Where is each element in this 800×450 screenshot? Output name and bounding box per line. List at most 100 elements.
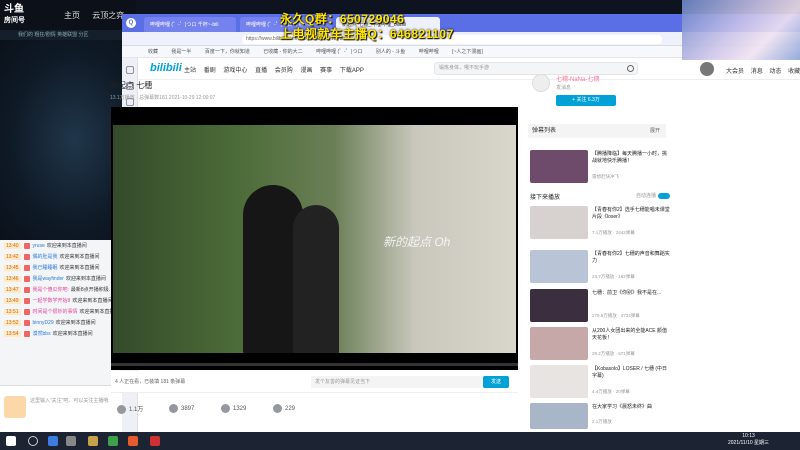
nav-vip[interactable]: 大会员 <box>726 69 744 75</box>
message-link[interactable]: 发消息 <box>556 84 571 91</box>
windows-start-icon[interactable] <box>6 436 16 446</box>
video-thumbnail[interactable] <box>530 150 588 183</box>
favorite-button[interactable]: 1329 <box>221 404 246 413</box>
avatar[interactable] <box>532 74 550 92</box>
overlay-line-2: 上电视就车主播Q：646821107 <box>280 27 454 41</box>
nav-dynamic[interactable]: 动态 <box>769 69 781 75</box>
search-icon[interactable] <box>28 436 38 446</box>
clock-time: 10:13 <box>742 433 755 439</box>
bilibili-logo[interactable]: bilibili <box>150 62 182 74</box>
bookmark-item[interactable]: 哔哩哔哩 <box>419 49 439 55</box>
recommend-item[interactable]: 七穗：前卫《你别》我不是在... 279.5万播放 · 4734弹幕 <box>530 289 670 325</box>
coin-button[interactable]: 3897 <box>169 404 194 413</box>
chat-username[interactable]: binnyD29 <box>33 320 54 326</box>
danmaku-list-header[interactable]: 弹幕列表 展开 <box>528 124 666 138</box>
recommend-title[interactable]: 【青春有你2】七穗的声音和舞蹈实力 <box>592 251 670 265</box>
chat-text: 欢迎来到本直播间 <box>72 298 113 304</box>
recommend-item[interactable]: 从200人女团出来的全能ACE 颜值天花板！ 29.2万播放 · 671弹幕 <box>530 327 670 363</box>
recommend-item[interactable]: 【青春有你2】选手七穗能唱未课堂片段《loser》 7.1万播放 · 2442弹… <box>530 206 670 242</box>
nav-esports[interactable]: 赛事 <box>320 68 332 74</box>
chat-text: 欢迎来到本直播间 <box>55 320 96 326</box>
nav-main[interactable]: 主站 <box>184 68 196 74</box>
video-thumbnail[interactable] <box>530 403 588 429</box>
progress-bar[interactable] <box>111 363 518 366</box>
system-clock[interactable]: 10:13 2021/11/10 星期三 <box>728 433 769 447</box>
coin-count: 3897 <box>181 406 195 413</box>
nav-shop[interactable]: 会员购 <box>275 68 293 74</box>
video-thumbnail[interactable] <box>530 365 588 398</box>
stream-overlay-text: 永久Q群：650729046 上电视就车主播Q：646821107 <box>280 12 454 42</box>
level-badge-icon <box>23 286 30 293</box>
avatar[interactable] <box>700 62 714 76</box>
bookmark-item[interactable]: 哔哩哔哩 (゜-゜)つロ <box>316 49 362 55</box>
recommend-item[interactable]: 【腾播降临】每天腾播一小时，挑战就地快乐腾播！ 雷想赶快冲飞 <box>530 150 670 186</box>
video-thumbnail[interactable] <box>530 289 588 322</box>
recommend-title[interactable]: 【腾播降临】每天腾播一小时，挑战就地快乐腾播！ <box>592 151 670 165</box>
follow-button[interactable]: + 关注 6.3万 <box>556 95 616 106</box>
nav-manga[interactable]: 漫画 <box>300 68 312 74</box>
search-icon[interactable] <box>627 65 634 72</box>
tab-bilibili-1[interactable]: 哔哩哔哩 (゜-゜)つロ 千杯~-bili <box>144 17 236 32</box>
qq-browser-logo-icon[interactable]: Q <box>126 18 136 28</box>
video-thumbnail[interactable] <box>530 206 588 239</box>
chat-username[interactable]: 一起学数学开始8 <box>33 297 71 304</box>
chat-username[interactable]: 我是wayfinder <box>33 275 64 282</box>
recommend-title[interactable]: 【Kobasolo】LOSER / 七穗 (中日字幕) <box>592 366 670 380</box>
chat-timestamp: 13:52 <box>4 319 21 326</box>
douyu-nav-tft[interactable]: 云顶之弈 <box>92 11 124 20</box>
star-icon[interactable] <box>126 66 134 74</box>
recommend-item[interactable]: 在大家学习《晨怒未终》曲 2.1万播放 <box>530 403 670 431</box>
bookmark-item[interactable]: 我是一半 <box>171 49 191 55</box>
chat-username[interactable]: 我是个傻瓜你吧: <box>33 286 69 293</box>
douyu-nav-home[interactable]: 主页 <box>64 11 80 20</box>
nav-anime[interactable]: 番剧 <box>204 68 216 74</box>
danmaku-input[interactable]: 发个友善的弹幕见证当下 <box>311 376 495 388</box>
toggle-switch[interactable] <box>658 192 670 199</box>
like-count: 1.1万 <box>129 407 144 413</box>
app-icon[interactable] <box>150 436 160 446</box>
chat-timestamp: 13:40 <box>4 242 21 249</box>
chat-username[interactable]: 偶的肚是我 <box>33 253 58 260</box>
autoplay-toggle[interactable]: 自动连播 <box>636 192 670 199</box>
bookmark-item[interactable]: 已收藏 - 你的大二 <box>263 49 302 55</box>
video-thumbnail[interactable] <box>530 327 588 360</box>
level-badge-icon <box>23 253 30 260</box>
nav-messages[interactable]: 消息 <box>751 69 763 75</box>
chat-input-area[interactable]: 这里输入“关注”吧。可以关注主播哦 <box>0 385 128 432</box>
qq-browser-icon[interactable] <box>48 436 58 446</box>
chat-username[interactable]: 时间是个很妙的事情 <box>33 308 78 315</box>
expand-link[interactable]: 展开 <box>650 124 660 138</box>
bookmark-item[interactable]: 别人的 - 斗鱼 <box>376 49 405 55</box>
uploader-name[interactable]: 七穗-NaNa-七穗 <box>556 74 599 83</box>
bookmark-item[interactable]: [~人之下漫画] <box>452 49 483 55</box>
chat-message: 13:51 时间是个很妙的事情 欢迎来到本直播间 <box>0 306 128 317</box>
video-player[interactable]: 新的起点 Oh <box>111 107 518 370</box>
recommend-title[interactable]: 在大家学习《晨怒未终》曲 <box>592 404 670 411</box>
nav-favorites[interactable]: 收藏 <box>788 69 800 75</box>
recommend-title[interactable]: 【青春有你2】选手七穗能唱未课堂片段《loser》 <box>592 207 670 221</box>
recommend-title[interactable]: 从200人女团出来的全能ACE 颜值天花板！ <box>592 328 670 342</box>
video-frame[interactable]: 新的起点 Oh <box>113 125 516 353</box>
recommend-title[interactable]: 七穗：前卫《你别》我不是在... <box>592 290 670 297</box>
douyu-logo[interactable]: 斗鱼 房间号 <box>4 4 34 26</box>
chat-username[interactable]: yruse <box>33 243 45 249</box>
recommend-meta: 29.2万播放 · 671弹幕 <box>592 351 635 356</box>
video-thumbnail[interactable] <box>530 250 588 283</box>
send-button[interactable]: 发送 <box>483 376 509 388</box>
chat-username[interactable]: 我已睡睡眠 <box>33 264 58 271</box>
app-icon[interactable] <box>66 436 76 446</box>
bookmark-item[interactable]: 百度一下，你就知道 <box>205 49 250 55</box>
nav-games[interactable]: 游戏中心 <box>223 68 247 74</box>
recommend-item[interactable]: 【Kobasolo】LOSER / 七穗 (中日字幕) 4.4万播放 · 20弹… <box>530 365 670 401</box>
app-icon[interactable] <box>128 436 138 446</box>
bookmark-item[interactable]: 收藏 <box>148 49 158 55</box>
like-button[interactable]: 1.1万 <box>117 404 143 414</box>
chat-username[interactable]: 漠然bbs <box>33 330 51 337</box>
share-button[interactable]: 229 <box>273 404 295 413</box>
video-meta: 13.1万播放 · 总弹幕数181 2021-10-29 12:00:07 <box>110 95 216 101</box>
app-icon[interactable] <box>108 436 118 446</box>
recommend-item[interactable]: 【青春有你2】七穗的声音和舞蹈实力 23.7万播放 · 162弹幕 <box>530 250 670 286</box>
nav-live[interactable]: 直播 <box>255 68 267 74</box>
app-icon[interactable] <box>88 436 98 446</box>
nav-download-app[interactable]: 下载APP <box>340 68 364 74</box>
